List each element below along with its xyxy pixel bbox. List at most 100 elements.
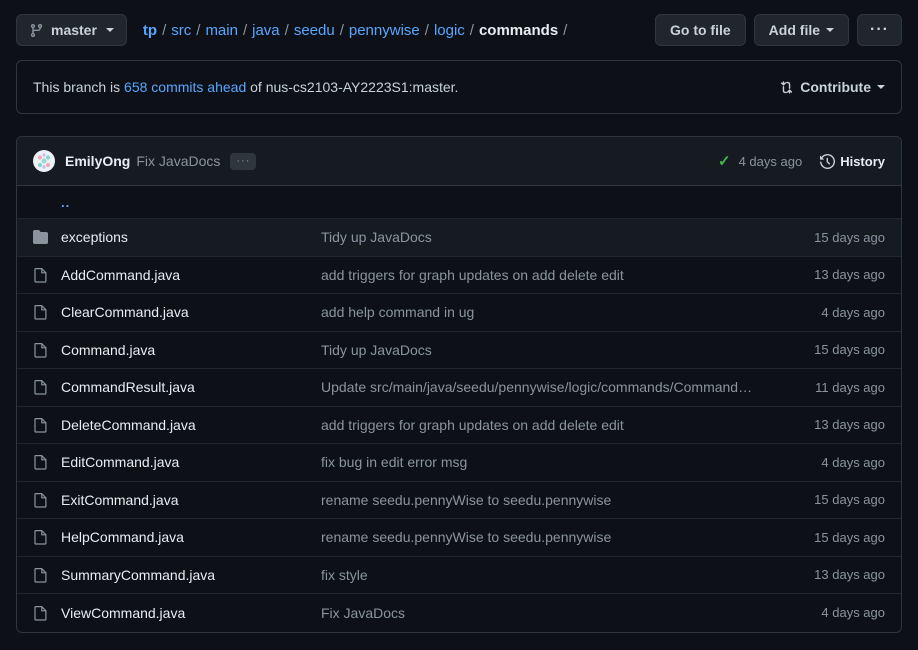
row-time: 15 days ago [814, 492, 885, 508]
breadcrumb-separator: / [242, 21, 248, 39]
breadcrumb-item-main[interactable]: main [205, 22, 238, 39]
more-options-button[interactable]: ··· [857, 14, 902, 46]
breadcrumb: tp / src / main / java / seedu / pennywi… [143, 22, 572, 39]
file-icon [33, 379, 61, 395]
commit-meta: ✓ 4 days ago History [718, 152, 885, 170]
breadcrumb-separator: / [469, 21, 474, 39]
breadcrumb-item-pennywise[interactable]: pennywise [349, 22, 420, 39]
latest-commit-header: EmilyOng Fix JavaDocs ··· ✓ 4 days ago H… [17, 137, 901, 186]
row-commit-message[interactable]: add help command in ug [321, 304, 775, 320]
breadcrumb-item-java[interactable]: java [252, 22, 280, 39]
table-row[interactable]: ClearCommand.java add help command in ug 4… [17, 294, 901, 332]
breadcrumb-separator: / [284, 21, 289, 39]
breadcrumb-item-src[interactable]: src [171, 22, 191, 39]
commit-time: 4 days ago [738, 153, 803, 169]
breadcrumb-separator: / [162, 21, 167, 39]
file-icon [33, 342, 61, 358]
table-row[interactable]: DeleteCommand.java add triggers for graph… [17, 407, 901, 444]
row-name[interactable]: ViewCommand.java [61, 605, 321, 621]
row-time: 15 days ago [814, 229, 885, 245]
contribute-label: Contribute [800, 79, 871, 95]
row-commit-message[interactable]: fix bug in edit error msg [321, 454, 775, 470]
branch-selector-button[interactable]: master [16, 14, 127, 46]
table-row[interactable]: CommandResult.java Update src/main/java/s… [17, 369, 901, 407]
row-time: 4 days ago [821, 454, 885, 470]
row-time: 15 days ago [814, 529, 885, 545]
breadcrumb-item-commands: commands [478, 21, 559, 39]
commits-ahead-link[interactable]: 658 commits ahead [124, 79, 246, 95]
go-to-file-button[interactable]: Go to file [655, 14, 746, 46]
table-row[interactable]: EditCommand.java fix bug in edit error ms… [17, 444, 901, 482]
branch-status-suffix: of nus-cs2103-AY2223S1:master. [250, 79, 459, 95]
parent-directory-link[interactable]: .. [61, 195, 70, 210]
row-commit-message[interactable]: add triggers for graph updates on add de… [321, 267, 775, 283]
file-icon [33, 454, 61, 470]
folder-icon [33, 229, 61, 245]
breadcrumb-separator: / [424, 21, 429, 39]
chevron-down-icon [826, 28, 835, 32]
row-time: 13 days ago [814, 567, 885, 583]
table-row[interactable]: ExitCommand.java rename seedu.pennyWise t… [17, 482, 901, 519]
branch-name-label: master [51, 22, 97, 38]
history-label: History [840, 153, 885, 169]
row-time: 13 days ago [814, 417, 885, 433]
row-commit-message[interactable]: Update src/main/java/seedu/pennywise/log… [321, 379, 775, 395]
file-icon [33, 492, 61, 508]
breadcrumb-separator: / [339, 21, 344, 39]
branch-status-banner: This branch is 658 commits ahead of nus-… [16, 60, 902, 114]
file-icon [33, 267, 61, 283]
table-row[interactable]: Command.java Tidy up JavaDocs 15 days ago [17, 332, 901, 369]
row-name[interactable]: ExitCommand.java [61, 492, 321, 508]
table-row[interactable]: SummaryCommand.java fix style 13 days ago [17, 557, 901, 594]
parent-directory-row[interactable]: .. [17, 186, 901, 219]
row-commit-message[interactable]: Tidy up JavaDocs [321, 229, 775, 245]
file-list: exceptions Tidy up JavaDocs 15 days ago Add… [17, 219, 901, 632]
row-time: 11 days ago [815, 379, 885, 395]
row-commit-message[interactable]: fix style [321, 567, 775, 583]
commit-expand-button[interactable]: ··· [230, 152, 257, 170]
add-file-button[interactable]: Add file [753, 14, 850, 46]
chevron-down-icon [105, 28, 114, 32]
file-icon [33, 304, 61, 320]
table-row[interactable]: exceptions Tidy up JavaDocs 15 days ago [17, 219, 901, 257]
commit-author-link[interactable]: EmilyOng [65, 153, 130, 169]
row-commit-message[interactable]: rename seedu.pennyWise to seedu.pennywis… [321, 529, 775, 545]
row-name[interactable]: AddCommand.java [61, 267, 321, 283]
row-name[interactable]: DeleteCommand.java [61, 417, 321, 433]
git-compare-icon [779, 80, 794, 95]
table-row[interactable]: AddCommand.java add triggers for graph up… [17, 257, 901, 294]
repo-toolbar: master tp / src / main / java / seedu / … [0, 0, 918, 60]
add-file-label: Add file [768, 22, 821, 38]
breadcrumb-separator-trailing: / [563, 21, 568, 39]
row-name[interactable]: CommandResult.java [61, 379, 321, 395]
row-time: 13 days ago [814, 267, 885, 283]
row-time: 15 days ago [814, 342, 885, 358]
row-commit-message[interactable]: add triggers for graph updates on add de… [321, 417, 775, 433]
table-row[interactable]: ViewCommand.java Fix JavaDocs 4 days ago [17, 594, 901, 632]
row-name[interactable]: Command.java [61, 342, 321, 358]
row-time: 4 days ago [821, 304, 885, 320]
row-time: 4 days ago [821, 605, 885, 621]
branch-status-prefix: This branch is [33, 79, 121, 95]
contribute-button[interactable]: Contribute [779, 79, 885, 95]
clock-history-icon [820, 153, 836, 169]
breadcrumb-item-seedu[interactable]: seedu [294, 22, 335, 39]
toolbar-actions: Go to file Add file ··· [655, 14, 902, 46]
breadcrumb-separator: / [196, 21, 201, 39]
row-commit-message[interactable]: Tidy up JavaDocs [321, 342, 775, 358]
avatar [33, 150, 55, 172]
row-name[interactable]: SummaryCommand.java [61, 567, 321, 583]
file-icon [33, 567, 61, 583]
breadcrumb-item-tp[interactable]: tp [143, 22, 157, 39]
row-commit-message[interactable]: Fix JavaDocs [321, 605, 775, 621]
row-name[interactable]: EditCommand.java [61, 454, 321, 470]
row-name[interactable]: exceptions [61, 229, 321, 245]
history-button[interactable]: History [820, 154, 885, 169]
row-name[interactable]: ClearCommand.java [61, 304, 321, 320]
row-commit-message[interactable]: rename seedu.pennyWise to seedu.pennywis… [321, 492, 775, 508]
commit-message-link[interactable]: Fix JavaDocs [136, 153, 220, 169]
row-name[interactable]: HelpCommand.java [61, 529, 321, 545]
table-row[interactable]: HelpCommand.java rename seedu.pennyWise t… [17, 519, 901, 557]
breadcrumb-item-logic[interactable]: logic [434, 22, 465, 39]
file-icon [33, 605, 61, 621]
